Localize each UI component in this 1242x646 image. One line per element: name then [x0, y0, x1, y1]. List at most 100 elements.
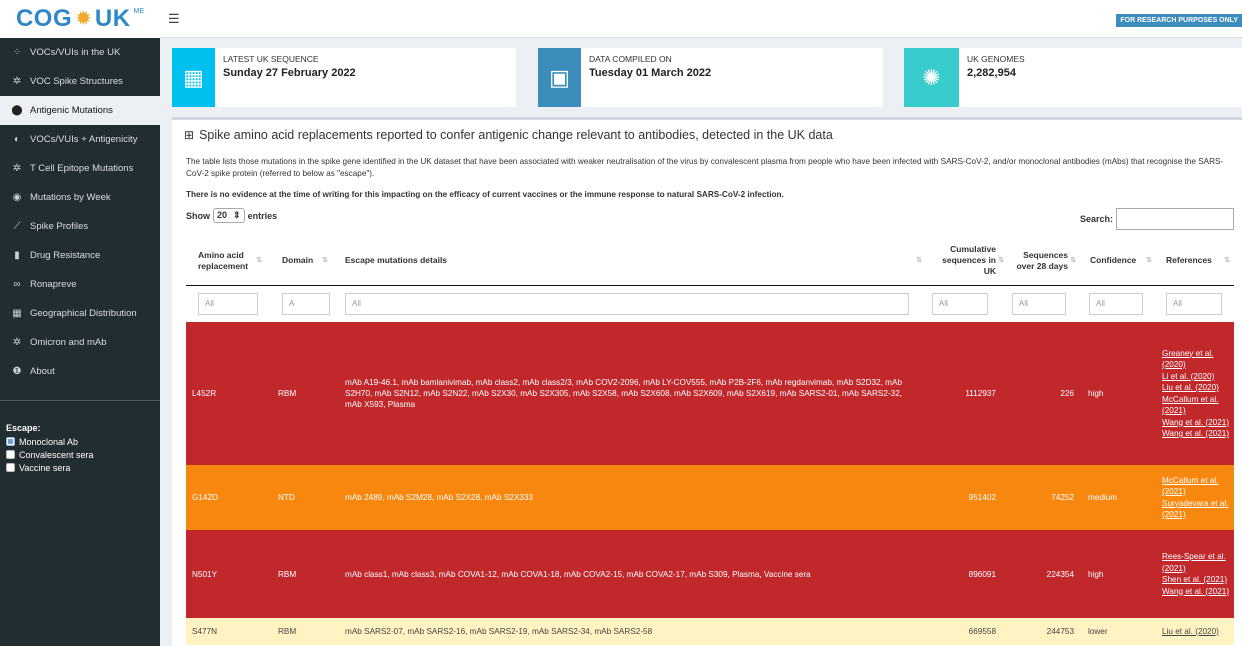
table-row[interactable]: L452R RBM mAb A19-46.1, mAb bamlanivimab, …: [186, 322, 1234, 465]
cell-details: mAb 2489, mAb S2M28, mAb S2X28, mAb S2X3…: [345, 493, 533, 502]
virus-icon: ✲: [12, 163, 22, 174]
cell-domain: NTD: [278, 493, 295, 502]
shield-icon: ⬤: [11, 105, 23, 116]
escape-checkbox[interactable]: [6, 463, 15, 472]
sidebar-item[interactable]: ❶ About: [0, 357, 160, 386]
filter-input-references[interactable]: All: [1166, 293, 1222, 315]
escape-title: Escape:: [6, 423, 41, 433]
header-label: Sequences over 28 days: [1016, 249, 1068, 271]
escape-option[interactable]: Vaccine sera: [6, 461, 154, 474]
column-header-confidence[interactable]: Confidence ⇅: [1080, 235, 1156, 286]
reference-link[interactable]: Liu et al. (2020): [1162, 382, 1219, 394]
table-row[interactable]: G142D NTD mAb 2489, mAb S2M28, mAb S2X28, …: [186, 465, 1234, 530]
filter-input-aa[interactable]: All: [198, 293, 258, 315]
cell-recent: 226: [1060, 389, 1074, 398]
column-header-cumulative[interactable]: Cumulative sequences in UK ⇅: [926, 235, 1008, 286]
cell-references: Liu et al. (2020): [1162, 618, 1232, 645]
top-navbar: COG ✹ UK ME ☰ FOR RESEARCH PURPOSES ONLY: [0, 0, 1242, 38]
sidebar-item[interactable]: ⁘ VOCs/VUIs in the UK: [0, 38, 160, 67]
info-label: UK GENOMES: [967, 54, 1025, 64]
virus-icon: ✺: [904, 48, 959, 107]
table-row[interactable]: S477N RBM mAb SARS2-07, mAb SARS2-16, mAb …: [186, 618, 1234, 645]
cell-references: McCallum et al. (2021) Suryadevara et al.…: [1162, 465, 1232, 530]
cell-details: mAb SARS2-07, mAb SARS2-16, mAb SARS2-19…: [345, 627, 653, 636]
map-icon: ▦: [12, 308, 22, 319]
cell-cumulative: 951402: [968, 493, 996, 502]
cell-details: mAb class1, mAb class3, mAb COVA1-12, mA…: [345, 569, 811, 579]
panel-note: There is no evidence at the time of writ…: [186, 190, 784, 199]
entries-length-control: Show 20 ⇕ entries: [186, 208, 277, 223]
reference-link[interactable]: McCallum et al. (2021): [1162, 475, 1232, 498]
sidebar: ⁘ VOCs/VUIs in the UK ✲ VOC Spike Structure…: [0, 38, 160, 646]
escape-filter: Escape: Monoclonal Ab Convalescent sera Va…: [0, 400, 160, 474]
sidebar-item[interactable]: ▦ Geographical Distribution: [0, 299, 160, 328]
escape-checkbox[interactable]: [6, 450, 15, 459]
cell-confidence: lower: [1088, 627, 1108, 636]
cog-uk-logo[interactable]: COG ✹ UK ME: [0, 0, 160, 38]
search-input[interactable]: [1116, 208, 1234, 230]
reference-link[interactable]: Rees-Spear et al. (2021): [1162, 551, 1232, 574]
reference-link[interactable]: McCallum et al. (2021): [1162, 394, 1232, 417]
research-only-badge: FOR RESEARCH PURPOSES ONLY: [1116, 14, 1242, 27]
filter-input-cumulative[interactable]: All: [932, 293, 988, 315]
sidebar-item[interactable]: ◉ Mutations by Week: [0, 183, 160, 212]
sidebar-item[interactable]: ▮ Drug Resistance: [0, 241, 160, 270]
table-row[interactable]: N501Y RBM mAb class1, mAb class3, mAb COVA…: [186, 530, 1234, 618]
logo-superscript: ME: [133, 8, 145, 15]
cell-domain: RBM: [278, 389, 297, 398]
flask-icon: ▮: [14, 250, 20, 261]
cell-domain: RBM: [278, 569, 297, 579]
hamburger-icon[interactable]: ☰: [168, 11, 180, 27]
eye-icon: ◉: [12, 192, 22, 203]
reference-link[interactable]: Liu et al. (2020): [1162, 626, 1219, 638]
sidebar-item[interactable]: ✲ VOC Spike Structures: [0, 67, 160, 96]
sidebar-item-label: Spike Profiles: [30, 221, 89, 232]
reference-link[interactable]: Greaney et al. (2020): [1162, 348, 1232, 371]
escape-option[interactable]: Monoclonal Ab: [6, 435, 154, 448]
cell-aa: L452R: [192, 389, 217, 398]
sidebar-item-label: Ronapreve: [30, 279, 77, 290]
escape-checkbox[interactable]: [6, 437, 15, 446]
antigenic-mutations-panel: ⊞ Spike amino acid replacements reported…: [172, 117, 1242, 646]
sidebar-item[interactable]: ◐ VOCs/VUIs + Antigenicity: [0, 125, 160, 154]
select-arrows-icon: ⇕: [233, 210, 241, 220]
info-value: 2,282,954: [967, 67, 1016, 79]
escape-option[interactable]: Convalescent sera: [6, 448, 154, 461]
column-header-details[interactable]: Escape mutations details ⇅: [332, 235, 926, 286]
sidebar-item[interactable]: ✲ T Cell Epitope Mutations: [0, 154, 160, 183]
calendar-icon: ▦: [172, 48, 215, 107]
sidebar-item-label: VOCs/VUIs + Antigenicity: [30, 134, 138, 145]
filter-input-confidence[interactable]: All: [1089, 293, 1143, 315]
column-header-recent[interactable]: Sequences over 28 days ⇅: [1008, 235, 1080, 286]
column-header-references[interactable]: References ⇅: [1156, 235, 1234, 286]
sidebar-item-label: VOCs/VUIs in the UK: [30, 47, 121, 58]
sidebar-item[interactable]: ∞ Ronapreve: [0, 270, 160, 299]
cell-aa: S477N: [192, 627, 218, 636]
sidebar-item[interactable]: ⬤ Antigenic Mutations: [0, 96, 160, 125]
reference-link[interactable]: Wang et al. (2021): [1162, 417, 1229, 429]
dots-icon: ⁘: [12, 47, 22, 58]
sort-icon: ⇅: [1146, 257, 1152, 264]
escape-option-label: Convalescent sera: [19, 449, 94, 460]
reference-link[interactable]: Wang et al. (2021): [1162, 586, 1229, 598]
sidebar-item[interactable]: ⟋ Spike Profiles: [0, 212, 160, 241]
column-header-domain[interactable]: Domain ⇅: [266, 235, 332, 286]
reference-link[interactable]: Suryadevara et al. (2021): [1162, 498, 1232, 521]
reference-link[interactable]: Shen et al. (2021): [1162, 574, 1227, 586]
filter-input-domain[interactable]: A: [282, 293, 330, 315]
sidebar-item-label: Omicron and mAb: [30, 337, 107, 348]
cell-domain: RBM: [278, 627, 297, 636]
sort-icon: ⇅: [322, 257, 328, 264]
reference-link[interactable]: Wang et al. (2021): [1162, 428, 1229, 440]
sidebar-item[interactable]: ✲ Omicron and mAb: [0, 328, 160, 357]
pills-icon: ∞: [13, 279, 21, 290]
line-chart-icon: ⟋: [13, 221, 21, 232]
info-box-data-compiled: ▣ DATA COMPILED ON Tuesday 01 March 2022: [538, 48, 883, 107]
filter-input-details[interactable]: All: [345, 293, 909, 315]
filter-input-recent[interactable]: All: [1012, 293, 1066, 315]
column-header-aa[interactable]: Amino acid replacement ⇅: [186, 235, 266, 286]
cell-recent: 74252: [1051, 493, 1074, 502]
sort-icon: ⇅: [1224, 257, 1230, 264]
entries-select[interactable]: 20 ⇕: [213, 208, 245, 223]
reference-link[interactable]: Li et al. (2020): [1162, 371, 1214, 383]
